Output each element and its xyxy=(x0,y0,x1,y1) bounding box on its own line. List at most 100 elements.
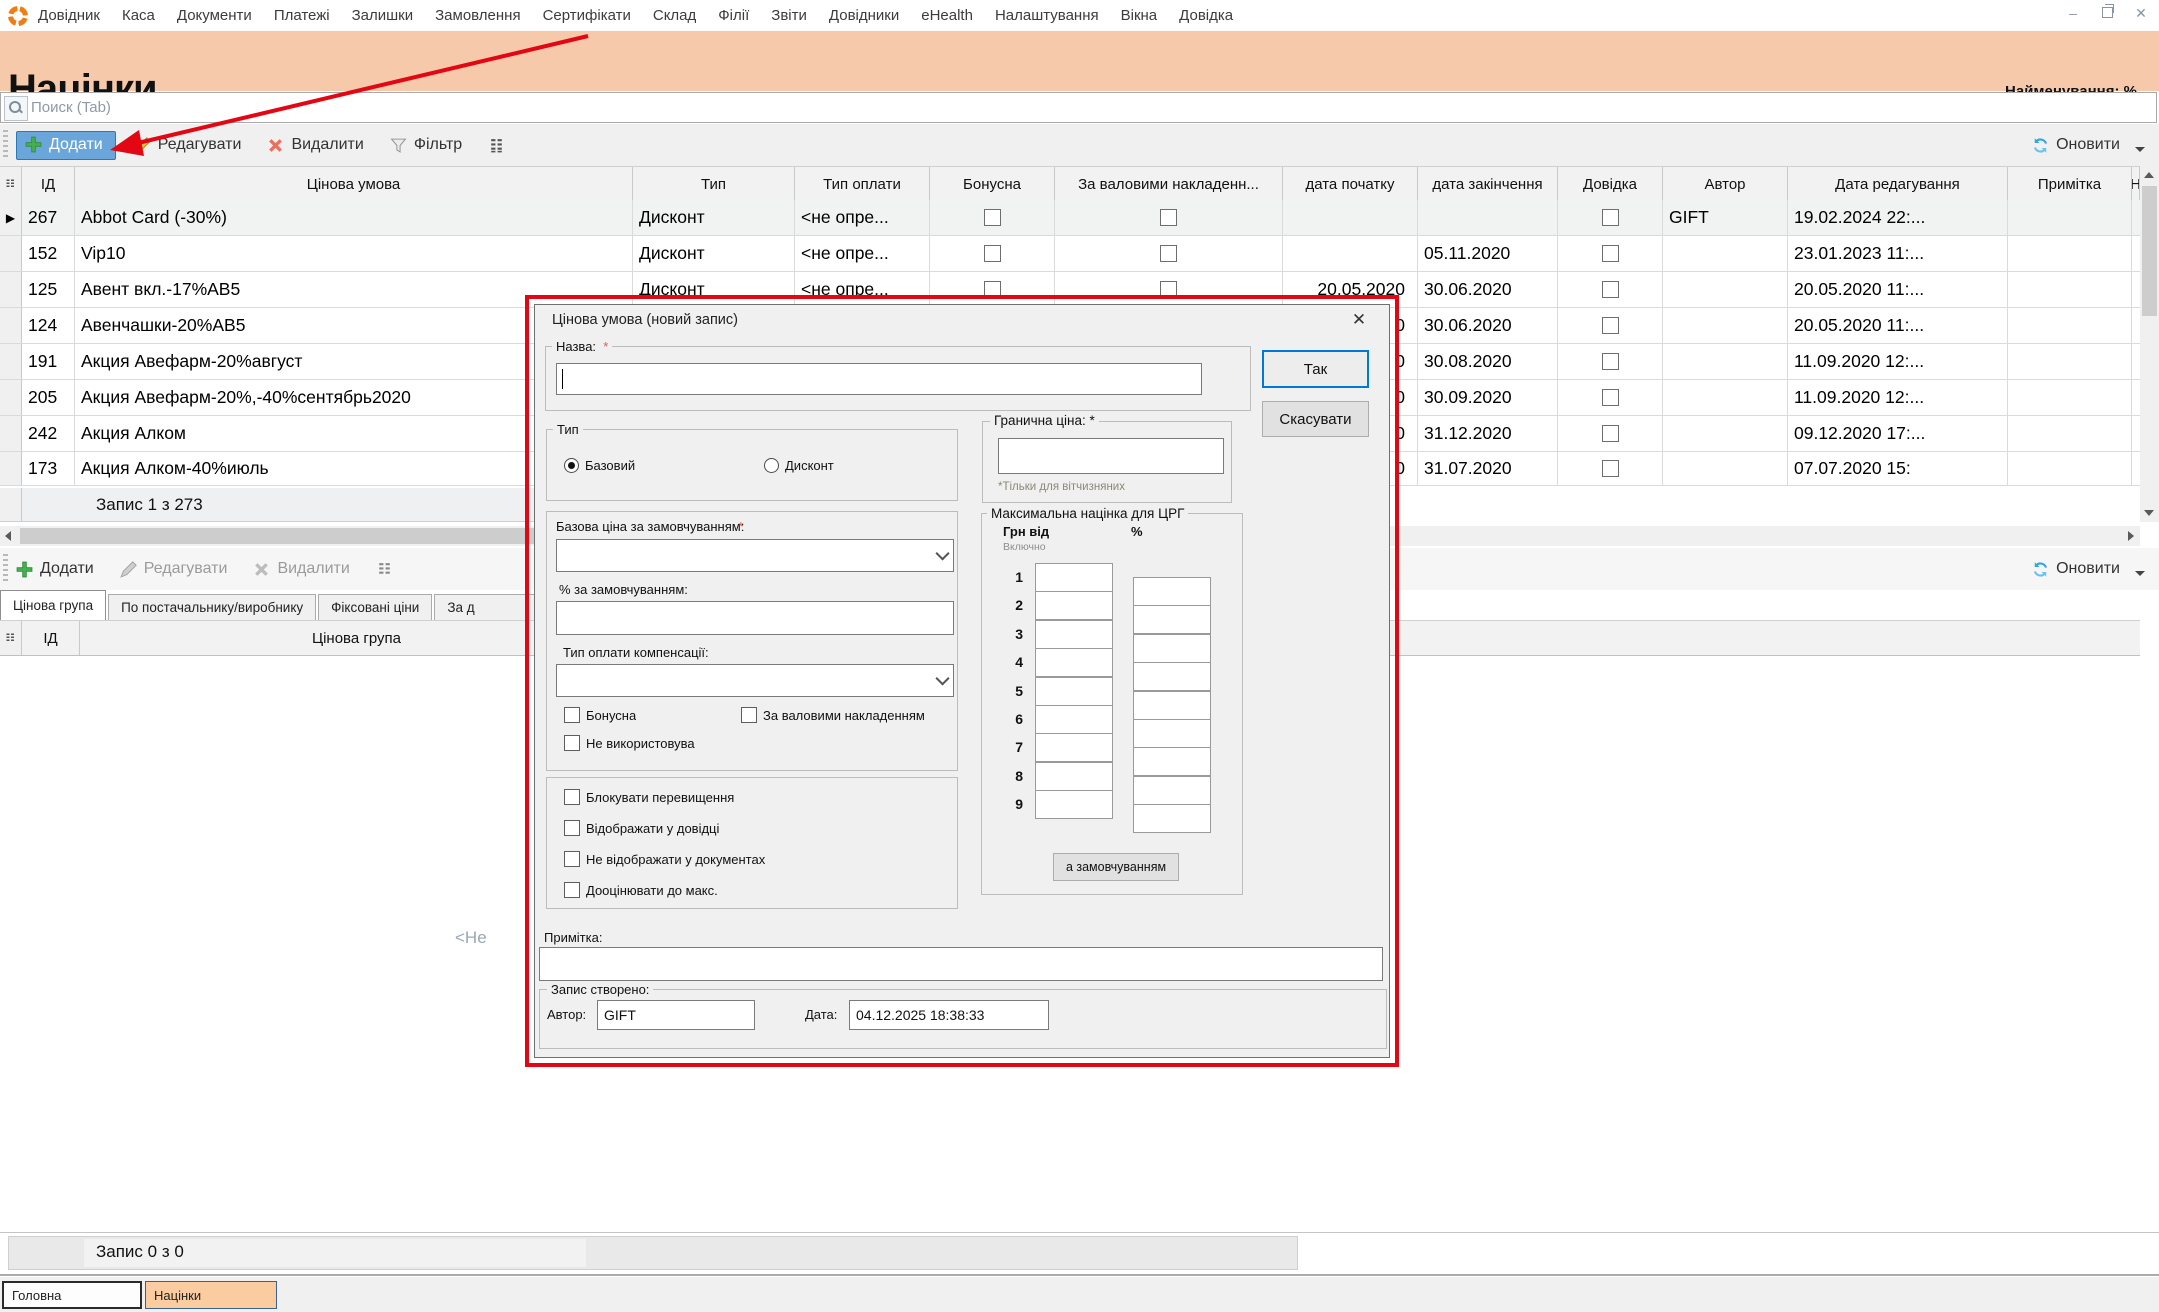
column-chooser-icon[interactable] xyxy=(488,137,505,154)
cell-checkbox-ref[interactable] xyxy=(1558,380,1663,415)
toolbar-grip[interactable] xyxy=(3,130,8,160)
lower-column-chooser-corner[interactable] xyxy=(0,621,22,655)
crg-percent-input-6[interactable] xyxy=(1133,719,1211,748)
menu-item-1[interactable]: Каса xyxy=(122,7,155,24)
ok-button[interactable]: Так xyxy=(1262,350,1369,388)
table-row[interactable]: ▶267Abbot Card (-30%)Дисконт<не опре...G… xyxy=(0,200,2140,236)
crg-amount-input-6[interactable] xyxy=(1035,705,1113,734)
crg-amount-input-4[interactable] xyxy=(1035,648,1113,677)
note-input[interactable] xyxy=(539,947,1383,981)
menu-item-10[interactable]: Довідники xyxy=(829,7,899,24)
crg-percent-input-8[interactable] xyxy=(1133,776,1211,805)
add-button-lower[interactable]: Додати xyxy=(16,560,94,578)
name-input[interactable] xyxy=(556,363,1202,395)
lower-tab-0[interactable]: Цінова група xyxy=(0,590,106,620)
crg-default-button[interactable]: а замовчуванням xyxy=(1053,853,1179,881)
column-header-ref[interactable]: Довідка xyxy=(1558,167,1663,201)
crg-percent-input-3[interactable] xyxy=(1133,634,1211,663)
menu-item-12[interactable]: Налаштування xyxy=(995,7,1099,24)
cell-checkbox-ref[interactable] xyxy=(1558,236,1663,271)
menu-item-3[interactable]: Платежі xyxy=(274,7,330,24)
checkbox-bonus[interactable]: Бонусна xyxy=(564,707,636,723)
table-row[interactable]: 125Авент вкл.-17%АВ5Дисконт<не опре...20… xyxy=(0,272,2140,308)
cell-checkbox-ref[interactable] xyxy=(1558,452,1663,485)
crg-percent-input-5[interactable] xyxy=(1133,691,1211,720)
lower-tab-1[interactable]: По постачальнику/виробнику xyxy=(108,594,316,620)
menu-item-5[interactable]: Замовлення xyxy=(435,7,520,24)
column-header-id[interactable]: ІД xyxy=(22,167,75,201)
column-header-date_start[interactable]: дата початку xyxy=(1283,167,1418,201)
cancel-button[interactable]: Скасувати xyxy=(1262,401,1369,437)
crg-percent-input-1[interactable] xyxy=(1133,577,1211,606)
taskbar-tab-home[interactable]: Головна xyxy=(2,1281,142,1309)
menu-item-11[interactable]: eHealth xyxy=(921,7,973,24)
crg-percent-input-2[interactable] xyxy=(1133,605,1211,634)
base-price-combo[interactable] xyxy=(556,539,954,572)
cell-checkbox-bonus[interactable] xyxy=(930,272,1055,307)
pay-type-combo[interactable] xyxy=(556,664,954,697)
menu-item-14[interactable]: Довідка xyxy=(1179,7,1233,24)
vertical-scrollbar[interactable] xyxy=(2140,166,2159,522)
column-header-pay[interactable]: Тип оплати xyxy=(795,167,930,201)
column-header-note[interactable]: Примітка xyxy=(2008,167,2132,201)
menu-item-6[interactable]: Сертифікати xyxy=(543,7,631,24)
menu-item-7[interactable]: Склад xyxy=(653,7,696,24)
cell-checkbox-gross[interactable] xyxy=(1055,236,1283,271)
refresh-button[interactable]: Оновити xyxy=(2056,136,2120,154)
column-header-date_end[interactable]: дата закінчення xyxy=(1418,167,1558,201)
checkbox-gross[interactable]: За валовими накладенням xyxy=(741,707,957,723)
checkbox-hide-in-docs[interactable]: Не відображати у документах xyxy=(564,851,765,867)
author-input[interactable]: GIFT xyxy=(597,1000,755,1030)
radio-discount[interactable]: Дисконт xyxy=(764,458,834,473)
menu-item-8[interactable]: Філії xyxy=(718,7,749,24)
column-header-bonus[interactable]: Бонусна xyxy=(930,167,1055,201)
crg-amount-input-7[interactable] xyxy=(1035,733,1113,762)
column-header-name[interactable]: Цінова умова xyxy=(75,167,633,201)
menu-item-2[interactable]: Документи xyxy=(177,7,252,24)
edit-button-lower[interactable]: Редагувати xyxy=(120,560,228,578)
column-chooser-icon-lower[interactable] xyxy=(376,561,393,578)
column-header-gross[interactable]: За валовими накладенн... xyxy=(1055,167,1283,201)
dialog-close-button[interactable]: ✕ xyxy=(1347,310,1371,330)
crg-percent-input-7[interactable] xyxy=(1133,747,1211,776)
checkbox-block-excess[interactable]: Блокувати перевищення xyxy=(564,789,734,805)
taskbar-tab-nacinky[interactable]: Націнки xyxy=(145,1281,277,1309)
table-row[interactable]: 152Vip10Дисконт<не опре...05.11.202023.0… xyxy=(0,236,2140,272)
cell-checkbox-ref[interactable] xyxy=(1558,344,1663,379)
edit-button[interactable]: Редагувати xyxy=(134,136,242,154)
crg-amount-input-8[interactable] xyxy=(1035,762,1113,791)
restore-button[interactable] xyxy=(2097,5,2117,21)
minimize-button[interactable]: – xyxy=(2063,5,2083,21)
menu-item-9[interactable]: Звіти xyxy=(771,7,807,24)
limit-price-input[interactable] xyxy=(998,438,1224,474)
cell-checkbox-ref[interactable] xyxy=(1558,416,1663,451)
menu-item-13[interactable]: Вікна xyxy=(1121,7,1158,24)
cell-checkbox-ref[interactable] xyxy=(1558,308,1663,343)
delete-button-lower[interactable]: Видалити xyxy=(253,560,349,578)
column-header-edited[interactable]: Дата редагування xyxy=(1788,167,2008,201)
column-header-n[interactable]: Н xyxy=(2132,167,2140,201)
menu-item-0[interactable]: Довідник xyxy=(38,7,100,24)
column-chooser-corner[interactable] xyxy=(0,167,22,201)
radio-base[interactable]: Базовий xyxy=(564,458,635,473)
crg-amount-input-9[interactable] xyxy=(1035,790,1113,819)
search-input[interactable]: Поиск (Tab) xyxy=(0,92,2157,123)
cell-checkbox-ref[interactable] xyxy=(1558,200,1663,235)
cell-checkbox-gross[interactable] xyxy=(1055,272,1283,307)
crg-amount-input-1[interactable] xyxy=(1035,563,1113,592)
crg-amount-input-2[interactable] xyxy=(1035,591,1113,620)
crg-percent-input-9[interactable] xyxy=(1133,804,1211,833)
lower-header-id[interactable]: ІД xyxy=(22,621,80,655)
refresh-dropdown-caret-lower[interactable] xyxy=(2135,571,2145,576)
pct-default-input[interactable] xyxy=(556,601,954,635)
close-button[interactable]: ✕ xyxy=(2131,5,2151,22)
checkbox-show-in-ref[interactable]: Відображати у довідці xyxy=(564,820,719,836)
cell-checkbox-gross[interactable] xyxy=(1055,200,1283,235)
checkbox-not-used[interactable]: Не використовува xyxy=(564,735,695,751)
cell-checkbox-ref[interactable] xyxy=(1558,272,1663,307)
refresh-dropdown-caret[interactable] xyxy=(2135,147,2145,152)
refresh-button-lower[interactable]: Оновити xyxy=(2056,560,2120,578)
delete-button[interactable]: Видалити xyxy=(267,136,363,154)
crg-percent-input-4[interactable] xyxy=(1133,662,1211,691)
menu-item-4[interactable]: Залишки xyxy=(352,7,414,24)
